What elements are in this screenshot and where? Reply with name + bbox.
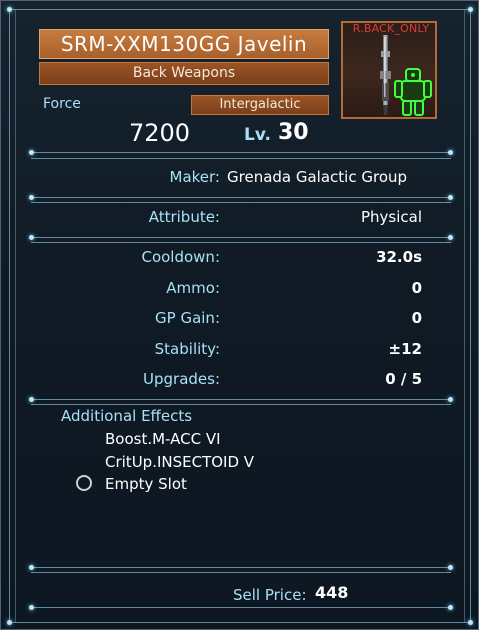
- frame-line-right: [470, 9, 471, 623]
- item-tooltip-panel: SRM-XXM130GG Javelin Back Weapons Interg…: [0, 0, 479, 630]
- separator: [31, 197, 451, 198]
- level-value: 30: [278, 120, 309, 145]
- frame-dot: [448, 397, 453, 402]
- frame-dot: [448, 565, 453, 570]
- frame-dot: [448, 605, 453, 610]
- item-rarity: Intergalactic: [191, 95, 329, 115]
- stat-label-upgrades: Upgrades:: [143, 370, 220, 388]
- separator: [31, 607, 451, 608]
- separator: [31, 399, 451, 400]
- stat-label-gp-gain: GP Gain:: [155, 309, 220, 327]
- frame-dot: [468, 7, 473, 12]
- frame-dot: [448, 235, 453, 240]
- frame-dot: [29, 397, 34, 402]
- stat-label-cooldown: Cooldown:: [141, 248, 220, 266]
- stat-label-stability: Stability:: [154, 340, 220, 358]
- frame-dot: [29, 565, 34, 570]
- separator: [31, 567, 451, 568]
- additional-effects-label: Additional Effects: [61, 407, 193, 425]
- frame-line-left: [9, 9, 10, 623]
- frame-line-top: [9, 9, 471, 10]
- effect-item: CritUp.INSECTOID V: [105, 453, 255, 471]
- stat-value-ammo: 0: [411, 279, 422, 297]
- separator: [31, 242, 451, 243]
- frame-line-right-inner: [464, 9, 465, 623]
- sell-price-value: 448: [315, 583, 349, 602]
- stat-value-cooldown: 32.0s: [376, 248, 422, 266]
- item-name: SRM-XXM130GG Javelin: [39, 29, 329, 59]
- force-label: Force: [43, 96, 81, 112]
- sell-price-label: Sell Price:: [233, 586, 307, 604]
- frame-dot: [29, 605, 34, 610]
- separator: [31, 572, 451, 573]
- effect-empty-slot: Empty Slot: [105, 475, 187, 493]
- force-value: 7200: [129, 119, 191, 147]
- stat-label-ammo: Ammo:: [166, 279, 220, 297]
- stat-value-gp-gain: 0: [411, 309, 422, 327]
- stat-value-attribute: Physical: [360, 208, 422, 226]
- frame-dot: [7, 620, 12, 625]
- frame-dot: [468, 620, 473, 625]
- separator: [31, 158, 451, 159]
- frame-dot: [29, 195, 34, 200]
- mech-back-slot-icon: [394, 68, 432, 116]
- frame-dot: [448, 195, 453, 200]
- separator: [31, 237, 451, 238]
- separator: [31, 152, 451, 153]
- frame-dot: [7, 7, 12, 12]
- separator: [31, 404, 451, 405]
- effect-item: Boost.M-ACC VI: [105, 430, 221, 448]
- frame-line-bottom: [9, 622, 471, 623]
- stat-value-upgrades: 0 / 5: [385, 370, 422, 388]
- separator: [31, 202, 451, 203]
- stat-label-attribute: Attribute:: [148, 208, 220, 226]
- item-thumbnail: R.BACK_ONLY: [341, 21, 437, 119]
- stat-value-maker: Grenada Galactic Group: [227, 168, 408, 186]
- back-only-tag: R.BACK_ONLY: [352, 22, 430, 35]
- item-category: Back Weapons: [39, 62, 329, 85]
- frame-dot: [29, 150, 34, 155]
- empty-slot-icon: [76, 475, 92, 491]
- level-label: Lv.: [244, 125, 271, 145]
- stat-label-maker: Maker:: [169, 168, 220, 186]
- frame-dot: [29, 235, 34, 240]
- stat-value-stability: ±12: [388, 340, 422, 358]
- frame-dot: [448, 150, 453, 155]
- frame-line-left-inner: [15, 9, 16, 623]
